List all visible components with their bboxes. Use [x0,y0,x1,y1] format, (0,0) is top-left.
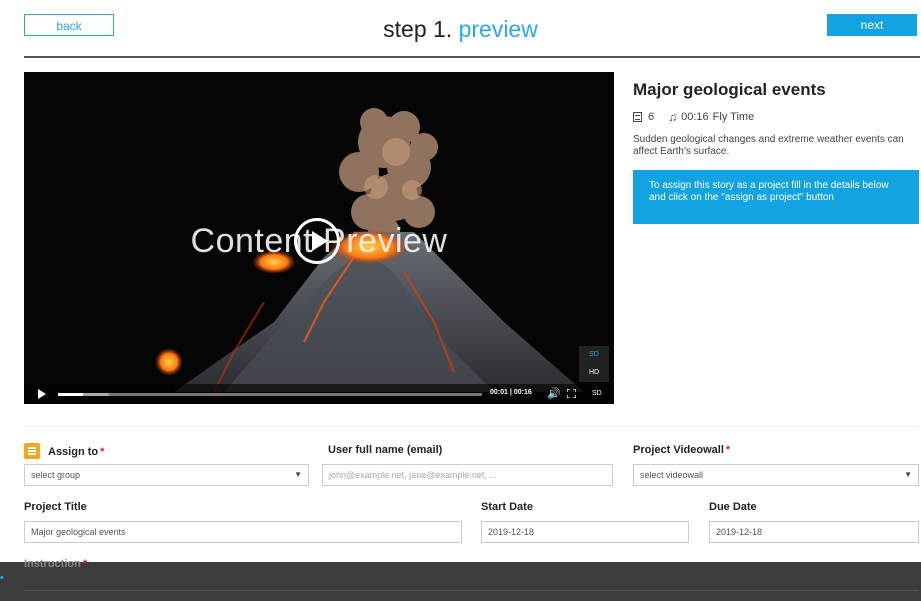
total-duration: 00:16 [513,389,532,396]
editor-toolbar [24,590,919,602]
start-date-field[interactable]: 2019-12-18 [481,521,689,543]
step-prefix: step 1. [383,16,453,42]
instruction-label-text: Instruction [24,558,81,570]
project-title-label: Project Title [24,501,87,513]
music-title: Fly Time [712,111,755,123]
quality-sd-option[interactable]: SD [579,346,609,364]
required-mark: * [82,558,88,570]
app-logo-icon: • [0,572,4,584]
start-date-label: Start Date [481,501,533,513]
section-divider [24,426,919,427]
fullscreen-icon[interactable] [567,389,576,398]
list-icon [24,443,40,459]
project-title-field[interactable]: Major geological events [24,521,462,543]
quality-menu: SD HD [579,346,609,382]
required-mark: * [725,444,731,456]
videowall-select[interactable]: select videowall ▼ [633,464,919,486]
play-button[interactable] [294,218,340,264]
chevron-down-icon: ▼ [294,470,302,479]
assign-to-label-text: Assign to [48,446,99,458]
film-icon [633,112,642,122]
instruction-label: Instruction * [24,558,87,570]
quality-hd-option[interactable]: HD [579,364,609,382]
video-player[interactable]: Content Preview SD HD 00:01 | 00:16 🔊 SD [24,72,614,404]
play-icon[interactable] [38,389,46,399]
time-display: 00:01 | 00:16 [490,389,532,396]
played-fill [58,393,84,396]
story-meta: 6 ♫ 00:16 Fly Time [633,110,918,124]
story-duration: 00:16 [681,111,709,123]
chevron-down-icon: ▼ [904,470,912,479]
due-date-label: Due Date [709,501,757,513]
current-time: 00:01 [490,389,508,396]
next-button[interactable]: next [827,14,917,36]
required-mark: * [100,446,105,458]
header: back step 1. preview next [0,0,921,58]
user-email-field[interactable]: john@example.net, jane@example.net, ... [322,464,613,486]
user-name-label: User full name (email) [328,444,443,456]
quality-toggle[interactable]: SD [592,390,602,397]
story-title: Major geological events [633,80,826,99]
header-divider [24,56,920,58]
progress-bar[interactable] [58,393,482,396]
due-date-field[interactable]: 2019-12-18 [709,521,919,543]
videowall-label: Project Videowall * [633,444,730,456]
videowall-label-text: Project Videowall [633,444,724,456]
assign-group-value: select group [31,470,81,480]
story-description: Sudden geological changes and extreme we… [633,134,904,157]
story-info: Major geological events 6 ♫ 00:16 Fly Ti… [633,80,919,224]
step-name: preview [458,16,538,42]
video-controls: 00:01 | 00:16 🔊 SD [24,384,614,404]
slides-count: 6 [648,111,655,123]
volume-icon[interactable]: 🔊 [547,387,561,400]
assign-group-select[interactable]: select group ▼ [24,464,309,486]
page-title: step 1. preview [0,16,921,43]
assign-to-label: Assign to * [48,446,104,458]
assign-hint-box: To assign this story as a project fill i… [633,170,919,224]
music-note-icon: ♫ [668,110,678,124]
videowall-value: select videowall [640,470,704,480]
